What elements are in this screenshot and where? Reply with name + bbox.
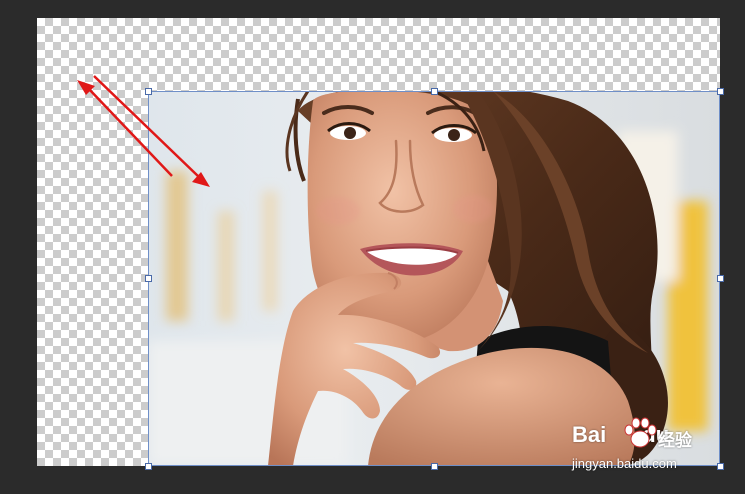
arrow-down-right-icon	[93, 75, 210, 187]
watermark-url: jingyan.baidu.com	[572, 456, 677, 471]
baidu-paw-icon	[624, 417, 657, 448]
watermark-product: 经验	[658, 431, 692, 451]
arrow-up-left-icon	[77, 80, 173, 177]
watermark: Bai du 经验 jingyan.baidu.com	[572, 417, 732, 480]
editor-workspace: Bai du 经验 jingyan.baidu.com	[0, 0, 745, 494]
